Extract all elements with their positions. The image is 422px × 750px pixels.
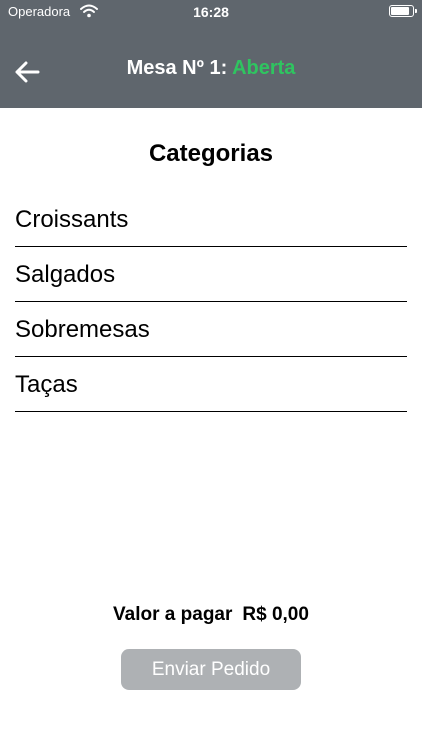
category-item-sobremesas[interactable]: Sobremesas <box>15 302 407 357</box>
table-number-label: Mesa Nº 1: <box>126 57 233 79</box>
battery-level <box>391 7 409 15</box>
status-bar: Operadora 16:28 <box>0 0 422 24</box>
amount-due: Valor a pagar R$ 0,00 <box>0 603 422 627</box>
category-item-salgados[interactable]: Salgados <box>15 247 407 302</box>
page-title: Mesa Nº 1: Aberta <box>0 55 422 81</box>
amount-due-label: Valor a pagar <box>113 604 233 625</box>
status-time: 16:28 <box>193 4 229 20</box>
send-order-button[interactable]: Enviar Pedido <box>121 649 301 690</box>
category-list: Croissants Salgados Sobremesas Taças <box>15 192 407 412</box>
category-item-tacas[interactable]: Taças <box>15 357 407 412</box>
category-item-croissants[interactable]: Croissants <box>15 192 407 247</box>
categories-heading: Categorias <box>148 140 274 167</box>
amount-due-value: R$ 0,00 <box>242 604 309 625</box>
navigation-bar: Operadora 16:28 Mesa Nº 1: Aberta <box>0 0 422 108</box>
battery-icon <box>389 5 417 17</box>
table-status: Aberta <box>232 57 296 79</box>
